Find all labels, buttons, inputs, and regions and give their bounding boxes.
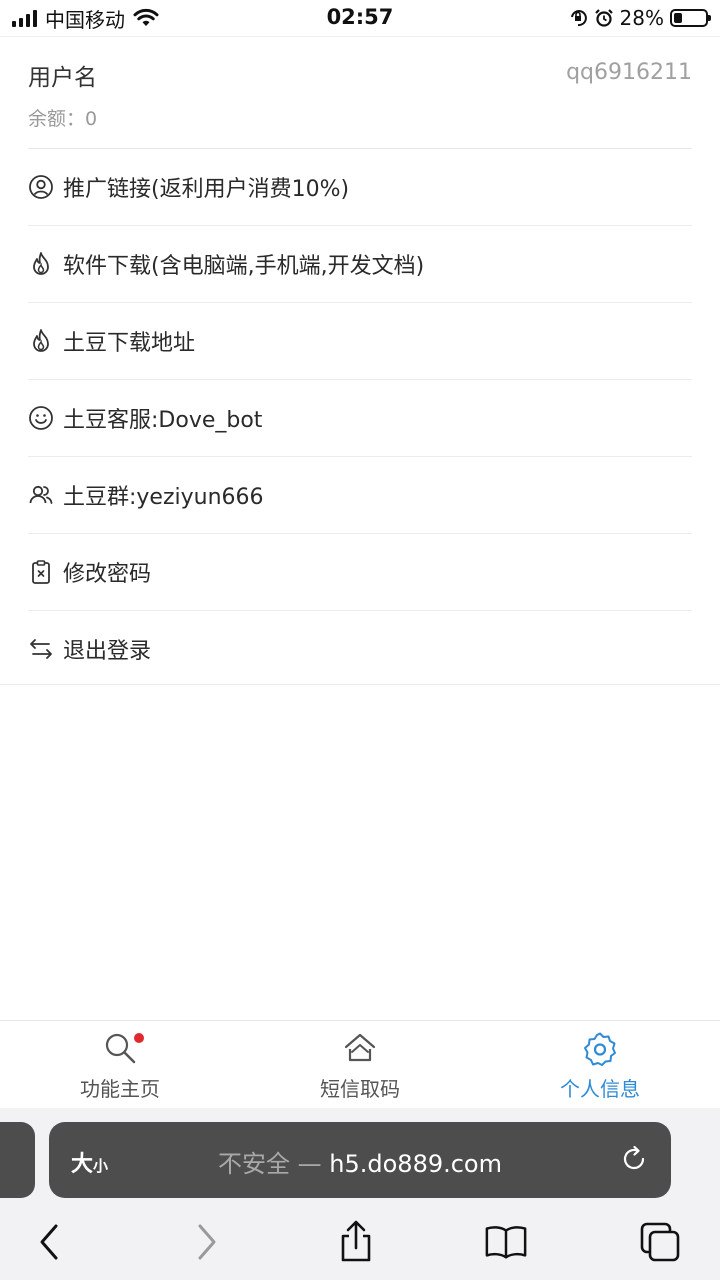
book-icon (485, 1226, 527, 1259)
users-icon (28, 482, 54, 508)
menu-item-tudou-download[interactable]: 土豆下载地址 (28, 303, 692, 380)
menu-item-referral-link[interactable]: 推广链接(返利用户消费10%) (28, 149, 692, 226)
browser-toolbar (0, 1212, 720, 1272)
battery-icon (670, 9, 711, 27)
tab-home[interactable]: 功能主页 (0, 1021, 240, 1109)
share-button[interactable] (334, 1220, 378, 1264)
url-display[interactable]: 不安全 — h5.do889.com (49, 1144, 671, 1179)
username-value: qq6916211 (566, 60, 692, 85)
bookmarks-button[interactable] (484, 1220, 528, 1264)
tabs-button[interactable] (638, 1220, 682, 1264)
menu-item-group[interactable]: 土豆群:yeziyun666 (28, 457, 692, 534)
back-button[interactable] (28, 1220, 72, 1264)
tab-label: 功能主页 (80, 1077, 160, 1101)
insecure-label: 不安全 — (217, 1150, 322, 1178)
tab-label: 短信取码 (320, 1077, 400, 1101)
menu-item-logout[interactable]: 退出登录 (28, 611, 692, 687)
previous-tab-peek[interactable] (0, 1122, 35, 1198)
tab-profile[interactable]: 个人信息 (480, 1021, 720, 1109)
share-icon (341, 1220, 371, 1262)
forward-button[interactable] (184, 1220, 228, 1264)
chevron-right-icon (198, 1224, 216, 1260)
swap-arrows-icon (28, 636, 54, 662)
tab-label: 个人信息 (560, 1077, 640, 1101)
search-icon (0, 1031, 240, 1065)
status-bar: 中国移动 02:57 28% (0, 0, 720, 36)
tab-sms-code[interactable]: 短信取码 (240, 1021, 480, 1109)
smile-icon (28, 405, 54, 431)
reload-icon[interactable] (619, 1144, 649, 1174)
menu-item-label: 修改密码 (63, 562, 152, 587)
menu-item-customer-service[interactable]: 土豆客服:Dove_bot (28, 380, 692, 457)
clipboard-x-icon (28, 559, 54, 585)
bottom-tabbar: 功能主页 短信取码 个人信息 (0, 1020, 720, 1109)
orientation-lock-icon (570, 10, 587, 27)
user-circle-icon (28, 174, 54, 200)
balance-text: 余额：0 (28, 108, 98, 130)
fire-icon (28, 251, 54, 277)
alarm-icon (594, 9, 613, 27)
username-label: 用户名 (28, 65, 97, 91)
menu-item-software-download[interactable]: 软件下载(含电脑端,手机端,开发文档) (28, 226, 692, 303)
address-bar[interactable]: 大小 不安全 — h5.do889.com (49, 1122, 671, 1198)
menu-item-label: 土豆客服:Dove_bot (63, 408, 263, 433)
battery-percent: 28% (619, 6, 664, 30)
profile-menu: 推广链接(返利用户消费10%) 软件下载(含电脑端,手机端,开发文档) 土豆下载… (28, 149, 692, 687)
user-header: 用户名 qq6916211 余额：0 (28, 36, 692, 149)
menu-item-label: 土豆下载地址 (63, 331, 196, 356)
home-icon (240, 1031, 480, 1065)
menu-item-label: 推广链接(返利用户消费10%) (63, 177, 350, 202)
fire-icon (28, 328, 54, 354)
notification-badge-dot (134, 1033, 144, 1043)
url-text: h5.do889.com (329, 1150, 502, 1178)
menu-item-change-password[interactable]: 修改密码 (28, 534, 692, 611)
menu-item-label: 土豆群:yeziyun666 (63, 485, 264, 510)
menu-item-label: 软件下载(含电脑端,手机端,开发文档) (63, 254, 425, 279)
gear-icon (480, 1031, 720, 1066)
tabs-icon (640, 1222, 680, 1262)
browser-chrome: 大小 不安全 — h5.do889.com (0, 1108, 720, 1280)
menu-item-label: 退出登录 (63, 639, 152, 664)
chevron-left-icon (40, 1224, 58, 1260)
